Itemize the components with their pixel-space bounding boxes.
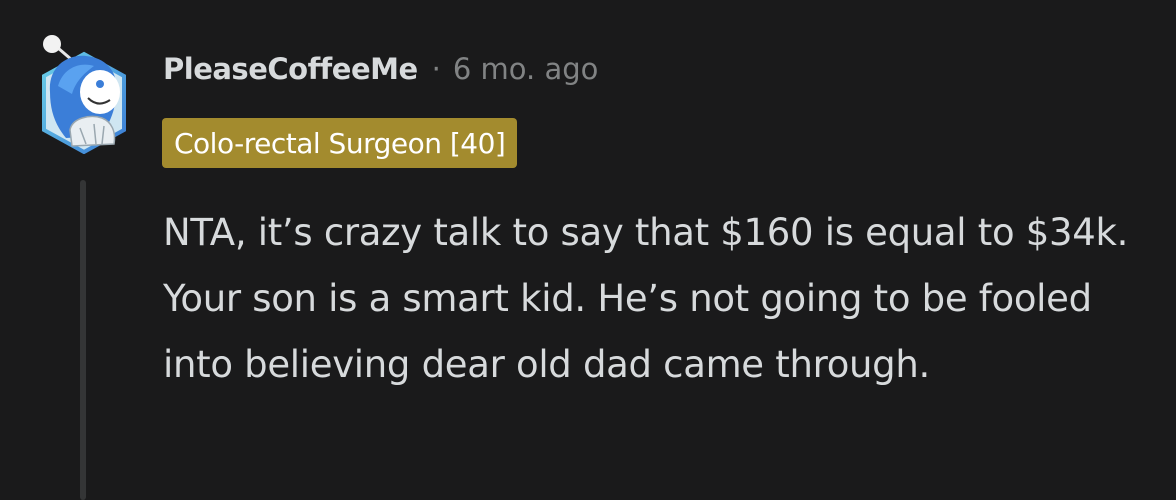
comment-header: PleaseCoffeeMe · 6 mo. ago (163, 52, 598, 86)
user-avatar[interactable] (36, 32, 132, 155)
username-link[interactable]: PleaseCoffeeMe (163, 52, 418, 86)
comment-body: NTA, it’s crazy talk to say that $160 is… (163, 211, 1129, 386)
user-flair: Colo-rectal Surgeon [40] (162, 118, 518, 168)
snoo-avatar-icon (42, 35, 126, 155)
timestamp[interactable]: 6 mo. ago (453, 52, 599, 86)
thread-line[interactable] (80, 180, 86, 500)
meta-separator: · (431, 52, 441, 86)
